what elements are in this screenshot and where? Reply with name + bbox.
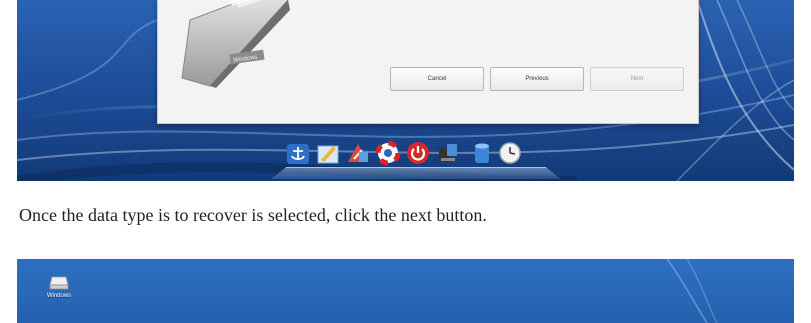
previous-button[interactable]: Previous — [490, 67, 584, 91]
desktop-drive-item[interactable]: Windows — [39, 275, 79, 299]
desktop-wallpaper-bottom — [666, 259, 718, 323]
recovery-icon[interactable] — [345, 140, 371, 166]
network-icon[interactable] — [435, 140, 461, 166]
desktop-screenshot-bottom: Windows — [17, 259, 794, 323]
drive-illustration-icon: Windows — [181, 0, 290, 88]
next-button[interactable]: Next — [590, 67, 684, 91]
lifebuoy-icon[interactable] — [375, 140, 401, 166]
dock-shelf — [271, 167, 561, 179]
database-icon[interactable] — [469, 140, 495, 166]
power-icon[interactable] — [405, 140, 431, 166]
dock — [271, 140, 561, 179]
anchor-icon[interactable] — [285, 140, 311, 166]
notes-icon[interactable] — [315, 140, 341, 166]
clock-icon[interactable] — [497, 140, 523, 166]
cancel-button[interactable]: Cancel — [390, 67, 484, 91]
recovery-wizard-dialog: Windows Cancel Previous Next — [157, 0, 699, 124]
instruction-text: Once the data type is to recover is sele… — [19, 205, 487, 225]
tutorial-page: Windows Cancel Previous Next Once the da… — [0, 0, 811, 323]
desktop-screenshot-top: Windows Cancel Previous Next — [17, 0, 794, 181]
drive-icon — [49, 276, 69, 290]
desktop-drive-label: Windows — [46, 293, 72, 299]
